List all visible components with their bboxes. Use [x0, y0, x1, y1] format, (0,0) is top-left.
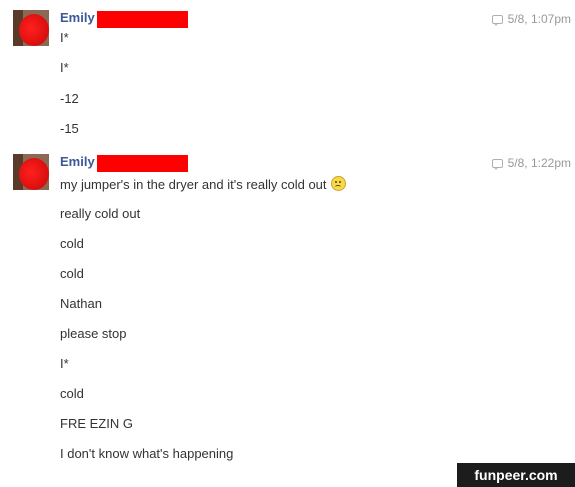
name-redaction [97, 155, 188, 172]
message-text: my jumper's in the dryer and it's really… [60, 177, 327, 192]
chat-bubble-icon [491, 14, 503, 26]
message-line: my jumper's in the dryer and it's really… [60, 176, 346, 193]
timestamp-text: 5/8, 1:22pm [507, 156, 571, 170]
site-watermark: funpeer.com [457, 463, 575, 487]
avatar-redaction [19, 14, 49, 46]
name-redaction [97, 11, 188, 28]
avatar[interactable] [13, 154, 49, 190]
message-line: I* [60, 356, 69, 371]
message-line: -15 [60, 121, 79, 136]
avatar-redaction [19, 158, 49, 190]
sender-name[interactable]: Emily [60, 154, 95, 170]
message-line: I* [60, 30, 69, 45]
message-line: please stop [60, 326, 127, 341]
message-line: cold [60, 266, 84, 281]
timestamp-text: 5/8, 1:07pm [507, 12, 571, 26]
avatar[interactable] [13, 10, 49, 46]
frown-emoji-icon [330, 176, 346, 191]
message-line: I don't know what's happening [60, 446, 234, 461]
message-line: cold [60, 236, 84, 251]
chat-bubble-icon [491, 158, 503, 170]
sender-name[interactable]: Emily [60, 10, 95, 26]
message-line: FRE EZIN G [60, 416, 133, 431]
message-line: cold [60, 386, 84, 401]
message-timestamp: 5/8, 1:22pm [491, 156, 571, 170]
message-line: really cold out [60, 206, 141, 221]
message-line: I* [60, 60, 69, 75]
message-line: -12 [60, 91, 79, 106]
message-timestamp: 5/8, 1:07pm [491, 12, 571, 26]
message-line: Nathan [60, 296, 102, 311]
